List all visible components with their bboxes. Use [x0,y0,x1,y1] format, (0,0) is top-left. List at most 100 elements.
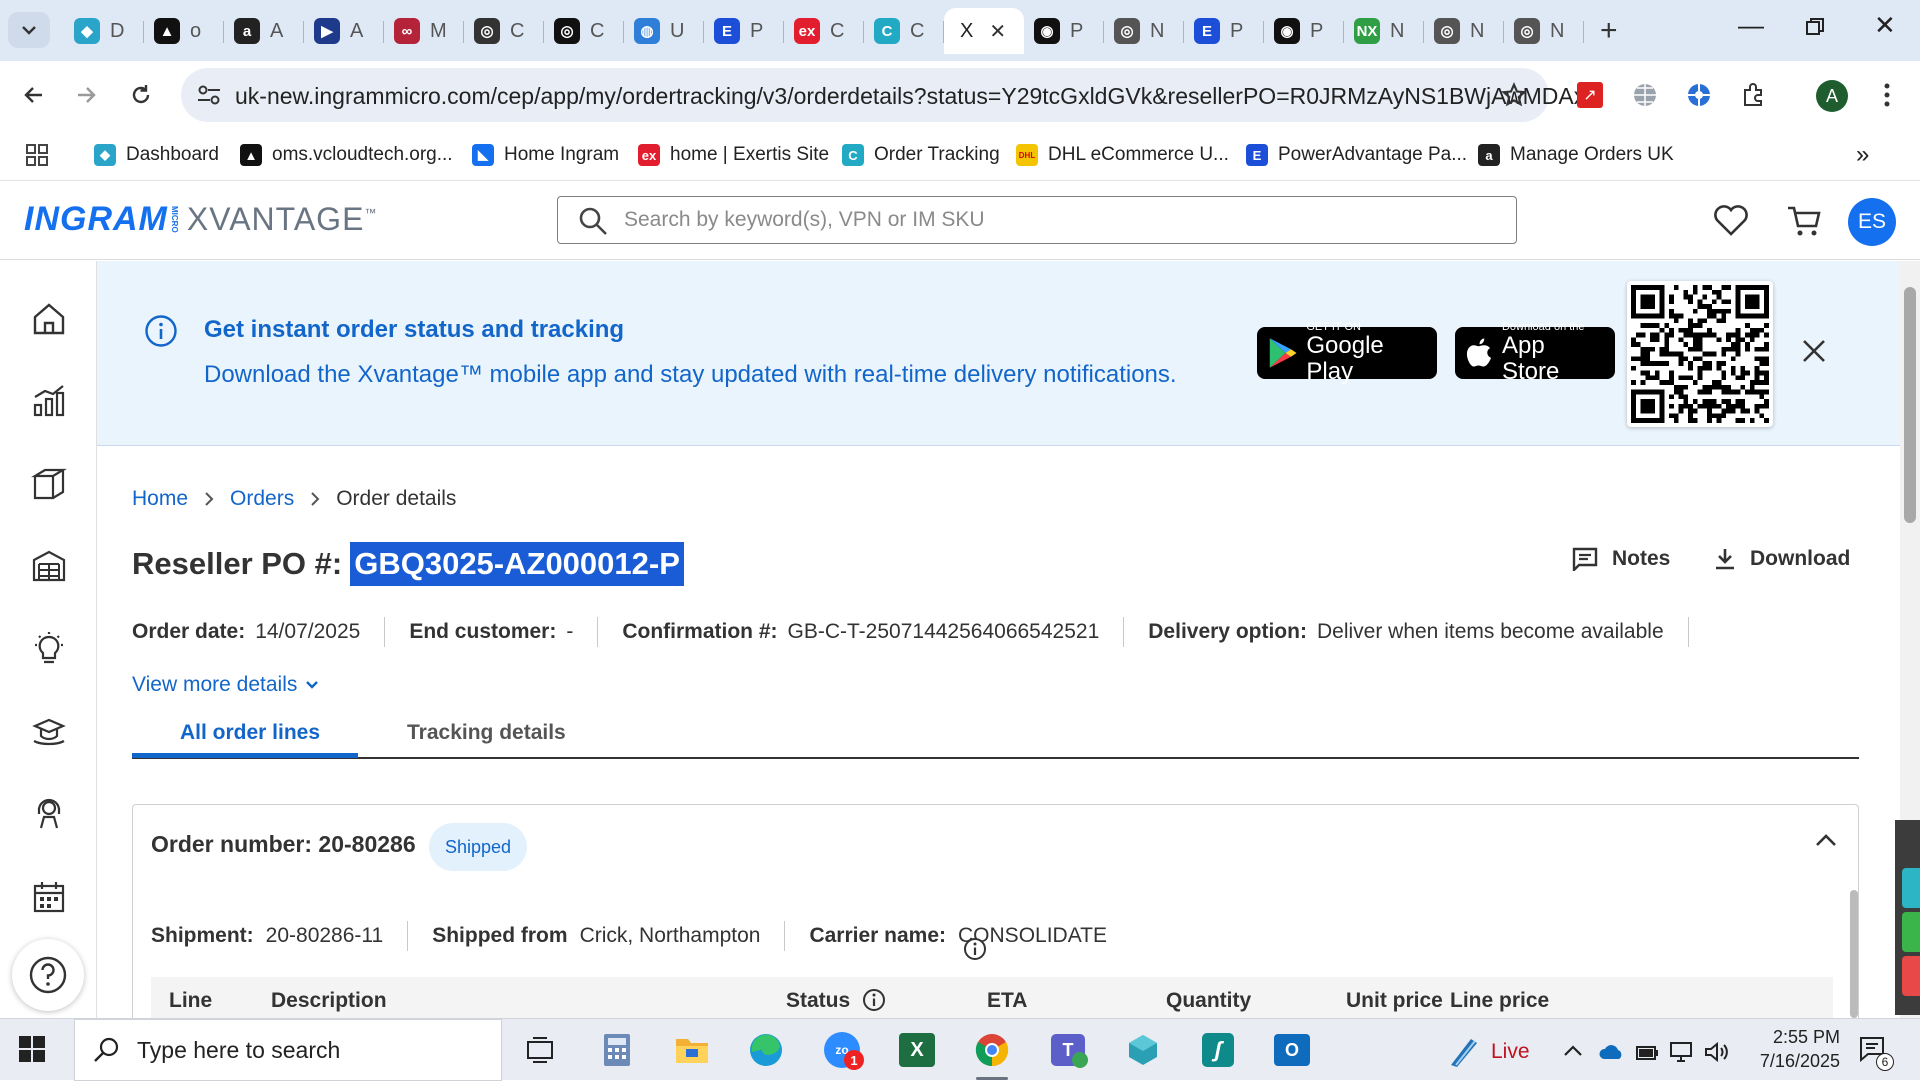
browser-tab[interactable]: ◎ C [544,8,624,54]
site-search-input[interactable] [622,197,1502,243]
excel-icon[interactable]: X [897,1030,937,1070]
minimize-button[interactable]: — [1738,10,1764,41]
kebab-menu-icon[interactable] [1870,78,1904,112]
restore-button[interactable] [1806,10,1824,36]
chevron-up-icon[interactable] [1815,833,1837,847]
column-header-line[interactable]: Line [169,989,212,1013]
column-header-status[interactable]: Status [786,989,850,1013]
column-header-description[interactable]: Description [271,989,387,1013]
warehouse-icon[interactable] [29,546,69,586]
browser-profile-avatar[interactable]: A [1816,80,1848,112]
close-window-button[interactable]: ✕ [1874,10,1896,41]
edge-browser-icon[interactable] [746,1030,786,1070]
google-play-badge[interactable]: GET IT ON Google Play [1257,321,1437,384]
bookmark-item[interactable]: DHL DHL eCommerce U... [1016,139,1229,171]
teams-icon[interactable]: T [1048,1030,1088,1070]
network-extension-icon[interactable] [1682,78,1716,112]
bookmark-item[interactable]: ex home | Exertis Site [638,139,829,171]
heart-icon[interactable] [1713,204,1749,236]
ingram-xvantage-logo[interactable]: INGRAM MICRO XVANTAGE ™ [24,200,376,239]
edge-side-widget[interactable] [1895,820,1920,1015]
apps-grid-button[interactable] [26,139,48,171]
browser-tab[interactable]: ▲ o [144,8,224,54]
notification-center-button[interactable]: 6 [1858,1035,1894,1071]
reload-button[interactable] [125,79,157,111]
outlook-icon[interactable]: O [1272,1030,1312,1070]
bookmark-item[interactable]: a Manage Orders UK [1478,139,1674,171]
user-avatar[interactable]: ES [1848,198,1896,246]
system-clock[interactable]: 2:55 PM 7/16/2025 [1740,1025,1840,1073]
browser-tab[interactable]: NX N [1344,8,1424,54]
browser-tab[interactable]: ◆ D [64,8,144,54]
extensions-puzzle-icon[interactable] [1736,78,1770,112]
help-button[interactable] [12,939,84,1011]
bookmark-item[interactable]: ▲ oms.vcloudtech.org... [240,139,453,171]
notes-button[interactable]: Notes [1572,547,1670,571]
lightbulb-icon[interactable] [29,629,69,669]
browser-tab[interactable]: X ✕ [944,8,1024,54]
back-button[interactable] [18,79,50,111]
tab-search-button[interactable] [8,12,50,48]
tab-all-order-lines[interactable]: All order lines [180,721,320,745]
tab-tracking-details[interactable]: Tracking details [407,721,566,745]
download-button[interactable]: Download [1714,547,1850,571]
calendar-icon[interactable] [29,877,69,917]
task-view-icon[interactable] [520,1030,560,1070]
pdf-extension-icon[interactable]: ↗ [1573,78,1607,112]
status-info-icon[interactable] [862,988,886,1012]
browser-tab[interactable]: EP [704,8,784,54]
forward-button[interactable] [70,79,102,111]
calculator-icon[interactable] [597,1030,637,1070]
bookmark-item[interactable]: ◆ Dashboard [94,139,219,171]
browser-tab[interactable]: ◎ N [1504,8,1584,54]
column-header-eta[interactable]: ETA [987,989,1027,1013]
windows-start-icon[interactable] [18,1035,46,1063]
browser-tab[interactable]: aA [224,8,304,54]
products-box-icon[interactable] [29,464,69,504]
app-store-badge[interactable]: Download on the App Store [1455,321,1615,384]
sway-app-icon[interactable]: ʃ [1198,1030,1238,1070]
battery-icon[interactable] [1635,1041,1659,1063]
star-icon[interactable] [1501,82,1527,108]
onedrive-icon[interactable] [1598,1043,1624,1061]
file-explorer-icon[interactable] [672,1030,712,1070]
card-scrollbar[interactable] [1850,890,1858,1018]
browser-tab[interactable]: ◎ C [464,8,544,54]
new-tab-button[interactable]: + [1600,14,1618,48]
browser-tab[interactable]: ▶ A [304,8,384,54]
bookmark-item[interactable]: E PowerAdvantage Pa... [1246,139,1467,171]
breadcrumb-home[interactable]: Home [132,487,188,511]
site-search-box[interactable] [557,196,1517,244]
support-agent-icon[interactable] [29,794,69,834]
bookmark-item[interactable]: C Order Tracking [842,139,1000,171]
browser-tab[interactable]: ◎ N [1424,8,1504,54]
browser-tab[interactable]: CC [864,8,944,54]
column-header-unit-price[interactable]: Unit price [1346,989,1443,1013]
browser-tab[interactable]: ◉ P [1264,8,1344,54]
bookmarks-overflow-button[interactable]: » [1856,139,1869,171]
bookmark-item[interactable]: ◣ Home Ingram [472,139,619,171]
cart-icon[interactable] [1786,204,1822,238]
view-more-details-link[interactable]: View more details [132,673,319,697]
learning-hat-icon[interactable] [29,712,69,752]
address-bar[interactable]: uk-new.ingrammicro.com/cep/app/my/ordert… [181,68,1604,122]
zoom-app-icon[interactable]: zo 1 [822,1030,864,1070]
browser-tab[interactable]: ex C [784,8,864,54]
chevron-up-icon[interactable] [1563,1045,1583,1057]
globe-extension-icon[interactable] [1628,78,1662,112]
chrome-icon[interactable] [972,1030,1012,1080]
taskbar-search-box[interactable]: Type here to search [74,1019,502,1081]
breadcrumb-orders[interactable]: Orders [230,487,294,511]
column-header-quantity[interactable]: Quantity [1166,989,1251,1013]
analytics-icon[interactable] [29,381,69,421]
network-icon[interactable] [1668,1041,1694,1063]
browser-tab[interactable]: ◍ U [624,8,704,54]
live-cricket-widget[interactable]: Live [1447,1035,1530,1069]
browser-tab[interactable]: ◎ N [1104,8,1184,54]
browser-tab[interactable]: EP [1184,8,1264,54]
tab-close-icon[interactable]: ✕ [989,19,1006,44]
close-icon[interactable] [1801,338,1827,364]
volume-icon[interactable] [1704,1041,1730,1063]
browser-tab[interactable]: ◉ P [1024,8,1104,54]
page-scrollbar-thumb[interactable] [1904,287,1916,523]
